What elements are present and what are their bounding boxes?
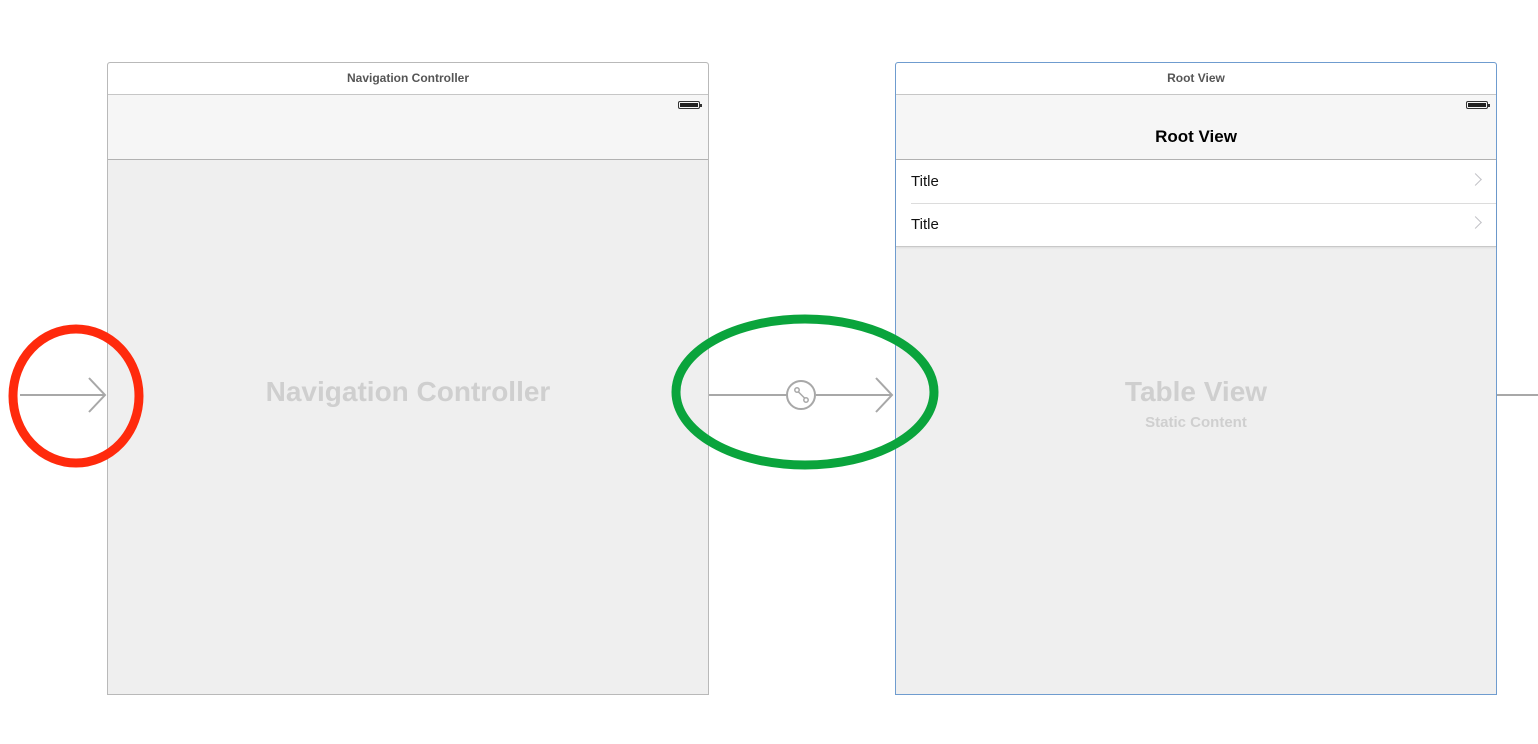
storyboard-canvas[interactable]: Navigation Controller Navigation Control… [0, 0, 1538, 744]
segue-overlay [8, 314, 1538, 470]
relationship-segue[interactable] [709, 377, 894, 413]
relationship-segue-icon[interactable] [786, 380, 816, 410]
initial-view-controller-arrow-icon[interactable] [20, 377, 107, 413]
